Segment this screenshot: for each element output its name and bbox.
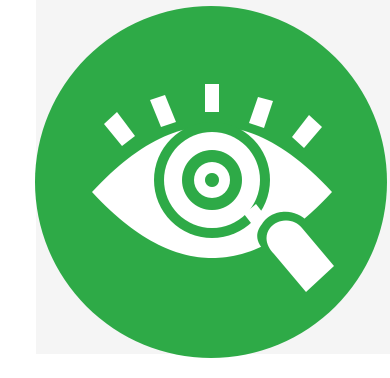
eye-inspection-icon	[0, 0, 390, 378]
icon-canvas	[0, 0, 390, 378]
ray-3	[205, 84, 219, 112]
pupil-inner	[205, 173, 219, 187]
